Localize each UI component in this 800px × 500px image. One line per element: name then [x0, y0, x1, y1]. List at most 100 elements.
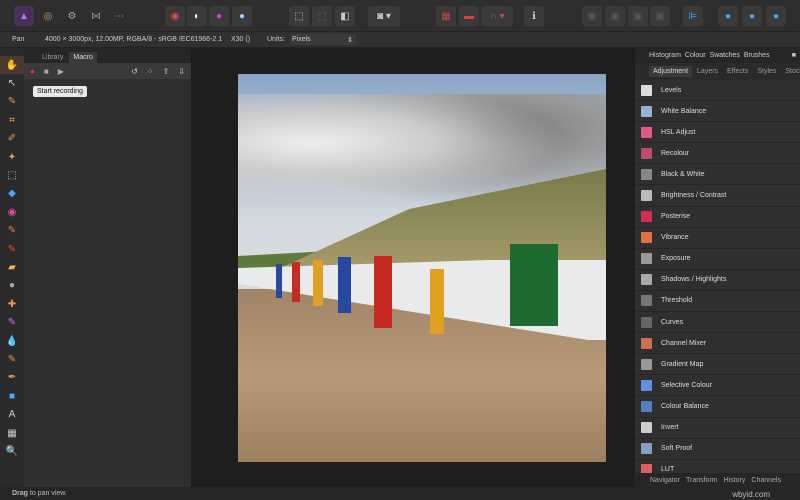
tools-panel: ✋ ↖ ✎ ⌗ ✐ ✦ ⬚ ◆ ◉ ✎ ✎ ▰ ● ✚ ✎ 💧 ✎ ✒ ■ A … — [0, 56, 24, 487]
arrange-bottom-icon[interactable]: ▣ — [650, 6, 670, 26]
tab-swatches[interactable]: Swatches — [710, 52, 740, 59]
adjustment-item[interactable]: Black & White — [635, 164, 800, 186]
tab-histogram[interactable]: Histogram — [649, 52, 681, 59]
magic-wand-icon[interactable]: ✦ — [0, 148, 24, 166]
white-balance-quick-icon[interactable]: ● — [232, 6, 252, 26]
grid-icon[interactable]: ▦ — [436, 6, 456, 26]
quick-mask-icon[interactable]: ◙ ▾ — [368, 6, 400, 26]
adjustment-item[interactable]: Invert — [635, 418, 800, 439]
adjustment-item[interactable]: Recolour — [635, 143, 800, 165]
watermark: wbyid.com — [732, 490, 770, 499]
flood-fill-icon[interactable]: ◆ — [0, 185, 24, 203]
marquee-icon[interactable]: ⬚ — [289, 6, 309, 26]
adjustment-item[interactable]: Threshold — [635, 291, 800, 313]
healing-tool-icon[interactable]: ✚ — [0, 295, 24, 313]
pen-tool-icon[interactable]: ✒ — [0, 369, 24, 387]
adjustment-item[interactable]: Exposure — [635, 249, 800, 270]
context-toolbar: Pan 4000 × 3000px, 12.00MP, RGBA/8 - sRG… — [0, 32, 800, 48]
adjustment-item[interactable]: Channel Mixer — [635, 333, 800, 355]
units-select[interactable]: Pixels ⇕ — [290, 34, 356, 45]
tab-channels[interactable]: Channels — [751, 477, 781, 484]
invert-selection-icon[interactable]: ◧ — [335, 6, 355, 26]
gradient-tool-icon[interactable]: ◉ — [0, 203, 24, 221]
tab-layers[interactable]: Layers — [693, 66, 722, 77]
color-picker-icon[interactable]: ✎ — [0, 93, 24, 111]
deselect-icon[interactable]: ⬚ — [312, 6, 332, 26]
liquify-persona-icon[interactable]: ◎ — [38, 6, 58, 26]
hsl-quick-icon[interactable]: ● — [209, 6, 229, 26]
adjustment-item[interactable]: LUT — [635, 460, 800, 473]
move-tool-icon[interactable]: ↖ — [0, 74, 24, 92]
tab-effects[interactable]: Effects — [723, 66, 752, 77]
info-icon[interactable]: ℹ — [524, 6, 544, 26]
tab-macro[interactable]: Macro — [69, 52, 97, 63]
adjustment-item[interactable]: Levels — [635, 80, 800, 102]
adjustment-item[interactable]: Gradient Map — [635, 354, 800, 376]
adjustment-item[interactable]: Shadows / Highlights — [635, 270, 800, 291]
export-persona-icon[interactable]: ⋯ — [109, 6, 129, 26]
photo-persona-icon[interactable]: ▲ — [14, 6, 34, 26]
dodge-tool-icon[interactable]: ✎ — [0, 240, 24, 258]
stop-button[interactable]: ■ — [44, 67, 49, 76]
play-button[interactable]: ▶ — [58, 67, 64, 76]
eraser-icon[interactable]: ▰ — [0, 258, 24, 276]
clone-tool-icon[interactable]: ● — [0, 277, 24, 295]
assistant-icon[interactable]: ▬ — [459, 6, 479, 26]
boolean-add-icon[interactable]: ● — [718, 6, 738, 26]
tab-brushes[interactable]: Brushes — [744, 52, 770, 59]
tone-mapping-persona-icon[interactable]: ⋈ — [86, 6, 106, 26]
marquee-tool-icon[interactable]: ⬚ — [0, 166, 24, 184]
adjustment-item[interactable]: Vibrance — [635, 228, 800, 249]
adjustment-item[interactable]: Colour Balance — [635, 396, 800, 418]
adjustment-label: Black & White — [661, 170, 705, 178]
adjustment-label: Vibrance — [661, 234, 689, 242]
levels-quick-icon[interactable]: ◉ — [165, 6, 185, 26]
right-panel: Histogram Colour Swatches Brushes ■ Adju… — [634, 48, 800, 487]
record-button[interactable]: ● — [30, 67, 35, 76]
boolean-subtract-icon[interactable]: ● — [742, 6, 762, 26]
import-icon[interactable]: ⇩ — [178, 67, 185, 76]
adjustment-item[interactable]: Brightness / Contrast — [635, 185, 800, 207]
main-toolbar: ▲ ◎ ⚙ ⋈ ⋯ ◉ ◐ ● ● ⬚ ⬚ ◧ ◙ ▾ ▦ ▬ ∩ ▾ ℹ ▣ … — [0, 0, 800, 32]
status-hint: to pan view. — [27, 490, 67, 497]
adjustment-item[interactable]: Soft Proof — [635, 439, 800, 460]
arrange-forward-icon[interactable]: ▣ — [582, 6, 602, 26]
bw-quick-icon[interactable]: ◐ — [187, 6, 207, 26]
mesh-warp-icon[interactable]: ▦ — [0, 424, 24, 442]
arrange-front-icon[interactable]: ▣ — [628, 6, 648, 26]
tab-adjustment[interactable]: Adjustment — [649, 66, 693, 77]
text-tool-icon[interactable]: A — [0, 405, 24, 423]
red-eye-icon[interactable]: ✎ — [0, 313, 24, 331]
panel-menu-icon[interactable]: ■ — [792, 52, 796, 59]
adjustment-item[interactable]: Curves — [635, 312, 800, 334]
tab-styles[interactable]: Styles — [753, 66, 780, 77]
adjustment-item[interactable]: Selective Colour — [635, 375, 800, 397]
develop-persona-icon[interactable]: ⚙ — [62, 6, 82, 26]
export-icon[interactable]: ⇪ — [163, 67, 170, 76]
adjustment-item[interactable]: HSL Adjust — [635, 122, 800, 144]
tab-navigator[interactable]: Navigator — [650, 477, 680, 484]
align-icon[interactable]: ⊫ — [683, 6, 703, 26]
add-to-library-icon[interactable]: ⁘ — [147, 67, 154, 76]
arrange-back-icon[interactable]: ▣ — [605, 6, 625, 26]
crop-tool-icon[interactable]: ⌗ — [0, 111, 24, 129]
tab-history[interactable]: History — [724, 477, 746, 484]
tab-colour[interactable]: Colour — [685, 52, 706, 59]
zoom-tool-icon[interactable]: 🔍 — [0, 442, 24, 460]
boolean-intersect-icon[interactable]: ● — [766, 6, 786, 26]
blur-tool-icon[interactable]: 💧 — [0, 332, 24, 350]
selection-brush-icon[interactable]: ✐ — [0, 130, 24, 148]
tab-transform[interactable]: Transform — [686, 477, 718, 484]
tab-stock[interactable]: Stock — [781, 66, 800, 77]
photo-beach-huts[interactable] — [238, 74, 606, 462]
paint-brush-icon[interactable]: ✎ — [0, 222, 24, 240]
clear-icon[interactable]: ↺ — [131, 67, 138, 76]
pan-tool-icon[interactable]: ✋ — [0, 56, 24, 75]
smudge-tool-icon[interactable]: ✎ — [0, 350, 24, 368]
adjustment-item[interactable]: White Balance — [635, 101, 800, 123]
shape-tool-icon[interactable]: ■ — [0, 387, 24, 405]
snapping-icon[interactable]: ∩ ▾ — [481, 6, 513, 26]
adjustment-icon — [641, 105, 652, 117]
adjustment-item[interactable]: Posterise — [635, 207, 800, 228]
tab-library[interactable]: Library — [38, 52, 67, 63]
